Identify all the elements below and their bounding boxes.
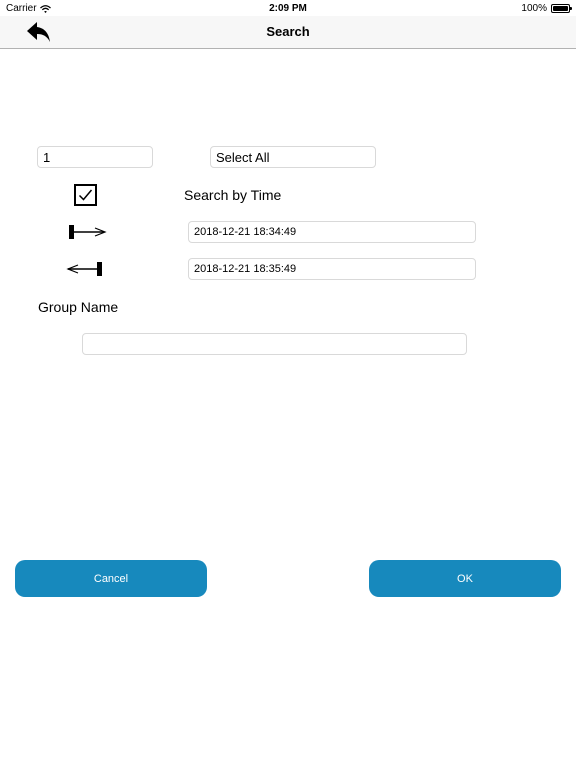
cancel-button[interactable]: Cancel: [15, 560, 207, 597]
page-title: Search: [266, 24, 310, 39]
status-bar: Carrier 2:09 PM 100%: [0, 0, 576, 16]
select-all-field[interactable]: Select All: [210, 146, 376, 168]
ok-button[interactable]: OK: [369, 560, 561, 597]
search-by-time-label: Search by Time: [184, 187, 282, 203]
battery-icon: [551, 4, 572, 13]
status-battery-group: 100%: [521, 3, 572, 14]
navigation-bar: Search: [0, 16, 576, 49]
group-name-input[interactable]: [82, 333, 467, 355]
number-input[interactable]: 1: [37, 146, 153, 168]
status-time: 2:09 PM: [269, 3, 307, 14]
checkmark-icon: [78, 189, 93, 201]
end-time-field[interactable]: 2018-12-21 18:35:49: [188, 258, 476, 280]
battery-percent: 100%: [521, 3, 547, 14]
end-time-icon: [66, 262, 102, 276]
start-time-icon: [69, 225, 107, 239]
group-name-label: Group Name: [38, 299, 119, 315]
search-by-time-checkbox[interactable]: [74, 184, 97, 206]
start-time-field[interactable]: 2018-12-21 18:34:49: [188, 221, 476, 243]
